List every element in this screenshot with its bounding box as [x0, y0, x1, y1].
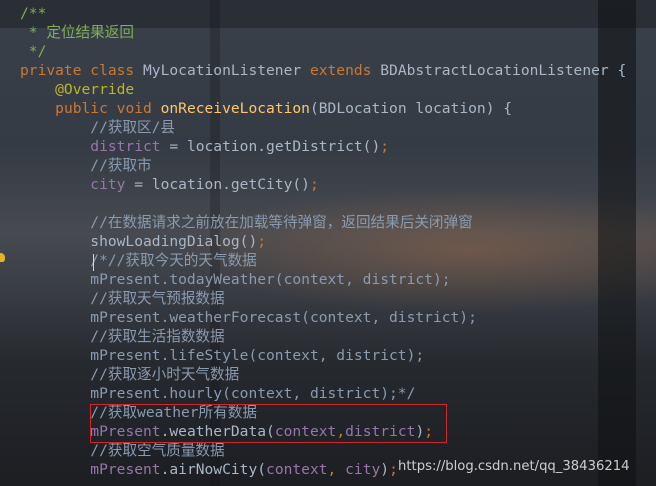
code-line[interactable]: //获取天气预报数据	[20, 289, 225, 308]
code-token: mPresent.hourly(context, district);*/	[20, 385, 416, 402]
highlight-box	[90, 404, 447, 443]
code-line[interactable]: district = location.getDistrict();	[20, 137, 389, 156]
code-token: ;	[389, 461, 398, 478]
text-cursor	[93, 254, 94, 271]
code-token: ;	[257, 233, 267, 250]
code-token: @Override	[20, 81, 135, 98]
code-token: * 定位结果返回	[20, 24, 134, 41]
code-line[interactable]: //获取逐小时天气数据	[20, 365, 239, 384]
code-token: city	[345, 461, 381, 478]
code-token: mPresent.lifeStyle(context, district);	[20, 347, 425, 364]
code-token: public void	[55, 100, 161, 117]
code-line[interactable]: mPresent.todayWeather(context, district)…	[20, 270, 451, 289]
code-line[interactable]: city = location.getCity();	[20, 175, 319, 194]
code-line[interactable]: mPresent.lifeStyle(context, district);	[20, 346, 424, 365]
code-token: //获取区/县	[20, 119, 176, 136]
code-line[interactable]: //获取市	[20, 156, 152, 175]
lightbulb-icon[interactable]	[0, 253, 5, 262]
code-token: district	[90, 138, 161, 155]
code-line[interactable]: private class MyLocationListener extends…	[20, 61, 626, 80]
code-line[interactable]: mPresent.airNowCity(context, city);	[20, 460, 398, 479]
code-line[interactable]: @Override	[20, 80, 134, 99]
code-token: //获取生活指数数据	[20, 328, 225, 345]
code-token: mPresent.weatherForecast(context, distri…	[20, 309, 477, 326]
code-token: //获取天气预报数据	[20, 290, 225, 307]
code-line[interactable]: mPresent.weatherForecast(context, distri…	[20, 308, 477, 327]
code-token: /**	[20, 5, 47, 22]
code-token: //获取逐小时天气数据	[20, 366, 240, 383]
code-token: //获取市	[20, 157, 152, 174]
code-line[interactable]: */	[20, 42, 47, 61]
code-token: )	[380, 461, 390, 478]
code-token: //在数据请求之前放在加载等待弹窗，返回结果后关闭弹窗	[20, 214, 473, 231]
code-token: ;	[380, 138, 390, 155]
code-token: BDAbstractLocationListener {	[380, 62, 627, 79]
code-token: MyLocationListener	[143, 62, 310, 79]
code-token: /*//获取今天的天气数据	[20, 252, 257, 269]
code-line[interactable]: /**	[20, 4, 46, 23]
code-token: = location.getDistrict()	[160, 138, 381, 155]
code-token: context	[266, 461, 328, 478]
code-token: = location.getCity()	[125, 176, 310, 193]
code-token: .airNowCity(	[160, 461, 267, 478]
code-token: ;	[309, 176, 319, 193]
code-token: ,	[327, 461, 346, 478]
code-line[interactable]: //在数据请求之前放在加载等待弹窗，返回结果后关闭弹窗	[20, 213, 473, 232]
code-line[interactable]: //获取生活指数数据	[20, 327, 225, 346]
code-token: showLoadingDialog()	[20, 233, 258, 250]
code-token: extends	[309, 62, 381, 79]
code-line[interactable]: showLoadingDialog();	[20, 232, 266, 251]
code-line[interactable]: * 定位结果返回	[20, 23, 134, 42]
code-token: private class	[20, 62, 144, 79]
code-line[interactable]: //获取区/县	[20, 118, 175, 137]
code-token: onReceiveLocation	[160, 100, 310, 117]
code-token: (BDLocation location) {	[309, 100, 513, 117]
watermark: https://blog.csdn.net/qq_38436214	[398, 459, 630, 474]
code-line[interactable]: //获取空气质量数据	[20, 441, 225, 460]
code-line[interactable]: mPresent.hourly(context, district);*/	[20, 384, 415, 403]
code-line[interactable]: /*//获取今天的天气数据	[20, 251, 257, 270]
code-token: city	[90, 176, 126, 193]
code-token: */	[20, 43, 47, 60]
code-token: mPresent.todayWeather(context, district)…	[20, 271, 451, 288]
code-line[interactable]: public void onReceiveLocation(BDLocation…	[20, 99, 512, 118]
code-token: mPresent	[90, 461, 161, 478]
code-token: //获取空气质量数据	[20, 442, 225, 459]
